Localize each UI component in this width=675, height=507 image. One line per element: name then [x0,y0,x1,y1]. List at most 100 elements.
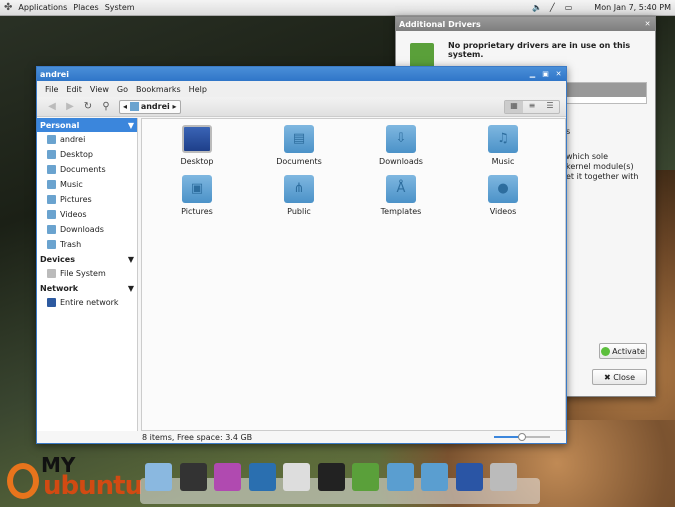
folder-icon [47,135,56,144]
sidebar-item-andrei[interactable]: andrei [37,132,137,147]
music-folder-icon: ♫ [488,125,518,153]
file-item[interactable]: ♫ Music [463,125,543,166]
file-item[interactable]: Å Templates [361,175,441,216]
menu-places[interactable]: Places [73,3,98,12]
menu-view[interactable]: View [90,85,109,94]
file-manager-window: andrei ▁ ▣ ✕ File Edit View Go Bookmarks H… [36,66,567,444]
window-title: andrei [40,69,69,79]
zoom-slider[interactable] [494,433,550,441]
terminal-icon[interactable] [317,463,345,491]
dock [140,460,540,505]
videos-folder-icon: ● [488,175,518,203]
breadcrumb-item[interactable]: andrei [141,102,170,111]
home-folder-icon[interactable] [386,463,414,491]
templates-folder-icon: Å [386,175,416,203]
file-label: Videos [489,207,517,216]
sidebar-item-downloads[interactable]: Downloads [37,222,137,237]
libreoffice-writer-icon[interactable] [248,463,276,491]
activate-button[interactable]: Activate [599,343,647,359]
clock[interactable]: Mon Jan 7, 5:40 PM [594,3,671,12]
file-label: Pictures [181,207,213,216]
list-view-icon[interactable]: ≡ [523,101,541,113]
empathy-icon[interactable] [214,463,241,491]
file-label: Public [287,207,311,216]
close-button[interactable]: ✖ Close [592,369,647,385]
compact-view-icon[interactable]: ☰ [541,101,559,113]
desktop-icon[interactable] [455,463,483,491]
file-label: Downloads [379,157,423,166]
file-label: Music [491,157,515,166]
title-bar: andrei ▁ ▣ ✕ [37,67,566,81]
sidebar-item-desktop[interactable]: Desktop [37,147,137,162]
sidebar-item-pictures[interactable]: Pictures [37,192,137,207]
trash-icon[interactable] [490,463,517,491]
menu-bookmarks[interactable]: Bookmarks [136,85,181,94]
downloads-folder-icon: ⇩ [386,125,416,153]
sidebar-item-documents[interactable]: Documents [37,162,137,177]
file-label: Documents [276,157,322,166]
folder-icon [47,195,56,204]
documents-folder-icon[interactable] [421,463,448,491]
status-text: 8 items, Free space: 3.4 GB [142,432,253,442]
myubuntu-icon[interactable] [145,463,172,491]
breadcrumb-right-icon[interactable]: ▸ [170,102,177,111]
vlc-icon[interactable] [179,463,207,491]
search-icon[interactable]: ⚲ [97,101,115,112]
desktop-icon [182,125,212,153]
file-item[interactable]: ⋔ Public [259,175,339,216]
hardware-drivers-icon[interactable] [352,463,379,491]
forward-icon[interactable]: ▶ [61,101,79,112]
menu-bar: File Edit View Go Bookmarks Help [37,81,566,97]
folder-icon [47,240,56,249]
top-panel: ✤ Applications Places System 🔈 ╱ ▭ Mon J… [0,0,675,16]
menu-applications[interactable]: Applications [18,3,67,12]
folder-icon [47,180,56,189]
menu-help[interactable]: Help [189,85,207,94]
close-icon[interactable]: ✕ [553,69,564,79]
sidebar-item-music[interactable]: Music [37,177,137,192]
sidebar-item-file-system[interactable]: File System [37,266,137,281]
drivers-list[interactable] [566,82,647,104]
file-item[interactable]: ▤ Documents [259,125,339,166]
battery-icon[interactable]: ▭ [565,3,573,12]
file-item[interactable]: ▣ Pictures [157,175,237,216]
file-label: Templates [380,207,422,216]
breadcrumb: ◂ andrei ▸ [119,99,181,114]
public-folder-icon: ⋔ [284,175,314,203]
sidebar-item-videos[interactable]: Videos [37,207,137,222]
window-title: Additional Drivers [399,19,481,29]
minimize-icon[interactable]: ▁ [527,69,538,79]
sidebar-section-devices[interactable]: Devices ▼ [37,252,137,266]
back-icon[interactable]: ◀ [43,101,61,112]
close-icon[interactable]: ✕ [642,19,653,29]
toolbar: ◀ ▶ ↻ ⚲ ◂ andrei ▸ ▦ ≡ ☰ [37,97,566,117]
home-folder-icon [129,102,139,111]
reload-icon[interactable]: ↻ [79,101,97,112]
status-message: No proprietary drivers are in use on thi… [448,41,631,59]
documents-folder-icon: ▤ [284,125,314,153]
pictures-folder-icon: ▣ [182,175,212,203]
breadcrumb-left-icon[interactable]: ◂ [123,102,130,111]
chevron-down-icon: ▼ [127,120,134,130]
slider-handle[interactable] [518,433,526,441]
icon-view-icon[interactable]: ▦ [505,100,523,113]
sidebar-item-entire-network[interactable]: Entire network [37,295,137,310]
menu-edit[interactable]: Edit [66,85,82,94]
sidebar-section-personal[interactable]: Personal ▼ [37,118,137,132]
network-icon[interactable]: ╱ [550,3,555,12]
menu-file[interactable]: File [45,85,58,94]
folder-icon [47,225,56,234]
file-item[interactable]: ⇩ Downloads [361,125,441,166]
file-item[interactable]: ● Videos [463,175,543,216]
volume-icon[interactable]: 🔈 [532,3,542,12]
sidebar-section-network[interactable]: Network ▼ [37,281,137,295]
menu-go[interactable]: Go [117,85,128,94]
file-item[interactable]: Desktop [157,125,237,166]
menu-system[interactable]: System [105,3,135,12]
file-cabinet-icon[interactable] [283,463,310,491]
sidebar-item-trash[interactable]: Trash [37,237,137,252]
close-icon: ✖ [603,372,614,382]
maximize-icon[interactable]: ▣ [540,69,551,79]
folder-icon [47,210,56,219]
description-text: which sole kernel module(s) et it together… [566,152,639,181]
